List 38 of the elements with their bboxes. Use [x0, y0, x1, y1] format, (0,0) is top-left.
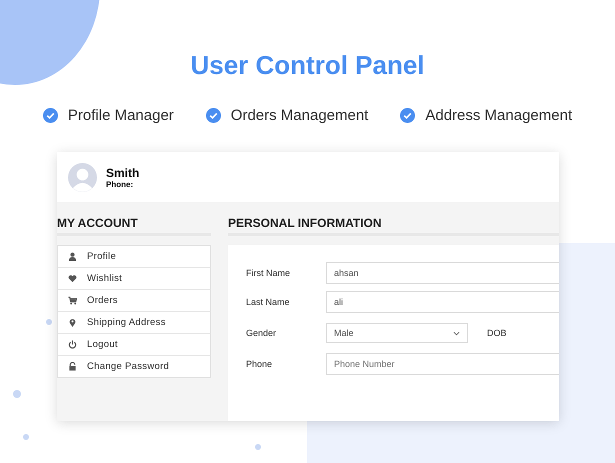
feature-label: Profile Manager	[68, 107, 174, 124]
field-label: Phone	[246, 359, 274, 369]
dot-decoration	[46, 319, 52, 325]
dot-decoration	[23, 434, 29, 440]
input-field[interactable]: Phone Number	[326, 353, 559, 375]
input-field[interactable]: ahsan	[326, 262, 559, 284]
caret-icon	[453, 330, 460, 336]
power-icon	[68, 340, 77, 349]
dropdown[interactable]: Male	[326, 323, 468, 343]
section-heading: PERSONAL INFORMATION	[228, 216, 559, 236]
heart-icon	[68, 274, 77, 283]
section-heading: MY ACCOUNT	[57, 216, 211, 236]
menu-item[interactable]: Logout	[58, 333, 210, 355]
feature-label: Address Management	[425, 107, 572, 124]
avatar-icon	[68, 162, 97, 192]
menu-item[interactable]: Profile	[58, 246, 210, 267]
map-pin-icon	[68, 318, 77, 327]
checkmark-icon	[42, 108, 58, 123]
feature-label: Orders Management	[230, 107, 368, 124]
field-label: DOB	[487, 328, 507, 338]
page-title: User Control Panel	[190, 50, 425, 81]
field-label: Gender	[246, 328, 278, 338]
phone-label: Phone:	[106, 180, 134, 188]
dot-decoration	[13, 390, 21, 398]
padlock-icon	[68, 362, 77, 371]
user-name: Smith	[106, 166, 140, 180]
checkmark-icon	[400, 108, 416, 123]
field-label: Last Name	[246, 297, 291, 307]
menu-item[interactable]: Change Password	[58, 355, 210, 377]
person-icon	[68, 252, 77, 261]
input-field[interactable]: ali	[326, 291, 559, 313]
field-label: First Name	[246, 268, 292, 278]
cart-icon	[68, 296, 77, 305]
menu-item[interactable]: Shipping Address	[58, 311, 210, 333]
dot-decoration	[255, 444, 261, 450]
menu-item[interactable]: Orders	[58, 289, 210, 311]
menu-item[interactable]: Wishlist	[58, 267, 210, 289]
checkmark-icon	[206, 108, 221, 123]
